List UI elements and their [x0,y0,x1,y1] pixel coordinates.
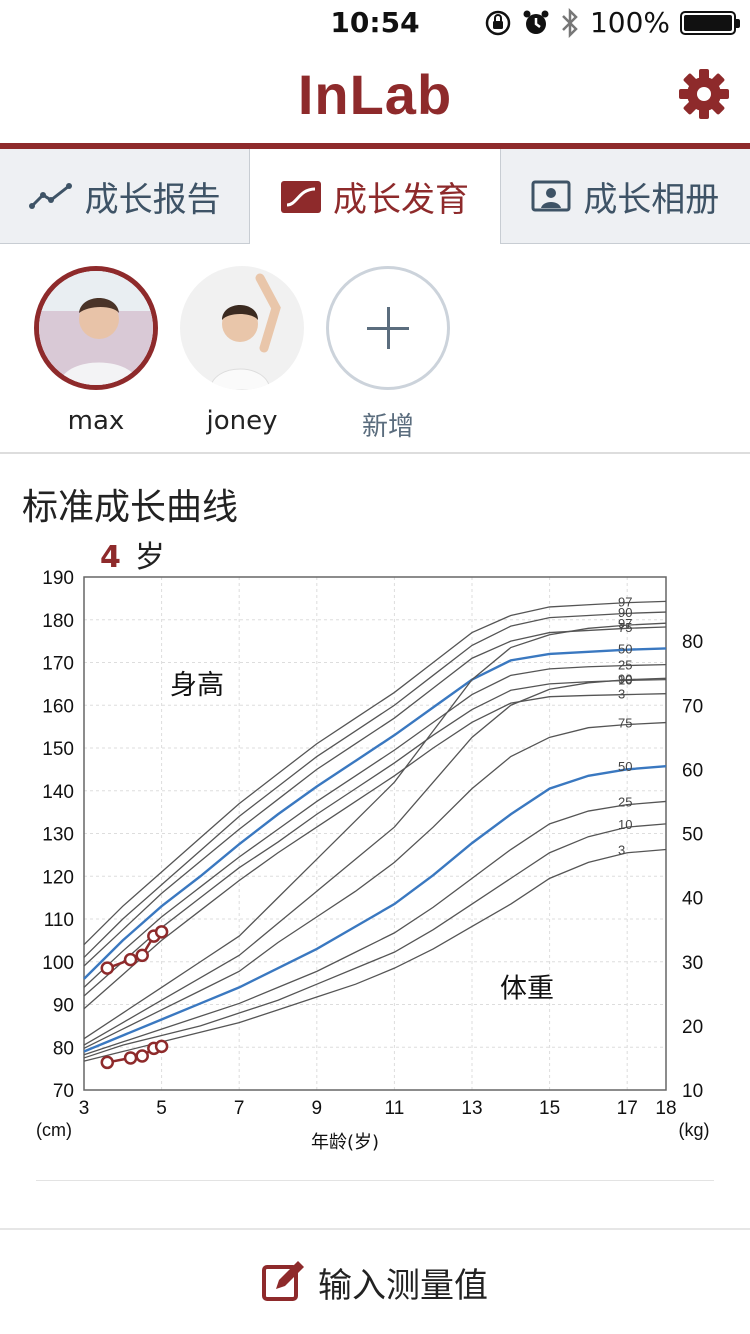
x-tick-label: 17 [617,1098,638,1119]
trend-line-icon [28,183,72,209]
weight-measurement-point [135,1049,149,1063]
weight-percentile-label: 25 [618,794,632,809]
orientation-lock-icon [485,10,511,35]
x-tick-label: 7 [234,1098,245,1119]
status-icons: 100% [484,6,740,39]
section-title: 标准成长曲线 [22,487,239,528]
app-header: InLab [0,46,750,146]
x-tick-label: 18 [655,1098,676,1119]
y-tick-label-left: 180 [42,611,74,632]
child-selector: max joney 新增 [0,244,750,454]
x-axis-label: 年龄(岁) [311,1132,379,1153]
x-tick-label: 9 [312,1098,323,1119]
y-tick-label-right: 20 [682,1017,703,1038]
x-tick-label: 5 [156,1098,167,1119]
growth-chart: 70 80 90 100 110 120 130 140 150 160 170 180 190 3 5 7 9… [36,568,710,1153]
add-child-label: 新增 [361,412,414,442]
y-tick-label-left: 150 [42,739,74,760]
y-tick-label-left: 80 [53,1038,74,1059]
weight-percentile-label: 75 [618,716,632,731]
x-tick-label: 15 [539,1098,560,1119]
y-tick-label-left: 100 [42,953,74,974]
child-photo [39,271,153,385]
tab-growth-album[interactable]: 成长相册 [499,149,750,244]
child-max[interactable]: max [34,266,158,436]
input-measurement-label: 输入测量值 [318,1265,488,1306]
weight-curve-p3 [83,848,667,1062]
divider [36,1180,714,1181]
battery-icon [680,10,740,35]
height-curve-p25 [83,663,667,988]
weight-label: 体重 [500,973,554,1004]
y-tick-label-right: 30 [682,953,703,974]
input-measurement-button[interactable]: 输入测量值 [0,1228,750,1334]
y-tick-label-right: 50 [682,825,703,846]
height-percentile-label: 3 [618,687,625,702]
growth-curve-icon [280,180,321,213]
weight-measurement-point [100,1055,115,1070]
tab-growth-report-label: 成长报告 [84,179,221,220]
child-name: joney [206,406,278,436]
tab-growth-development[interactable]: 成长发育 [250,149,500,244]
status-bar: 10:54 100% [0,0,750,46]
alarm-icon [523,10,549,34]
height-measurement-point [135,948,149,963]
weight-curve-p10 [83,823,667,1059]
bluetooth-icon [562,7,578,38]
height-measurement-point [154,925,169,939]
child-joney[interactable]: joney [180,266,304,436]
y-tick-label-left: 70 [53,1081,74,1102]
height-label: 身高 [170,670,224,701]
avatar [34,266,158,390]
left-axis-unit: (cm) [36,1120,72,1140]
weight-measurement-point [123,1051,138,1065]
y-tick-label-right: 80 [682,632,703,653]
weight-percentile-label: 3 [618,843,625,858]
weight-percentile-label: 50 [618,759,632,774]
weight-percentile-label: 97 [618,616,632,631]
edit-icon [262,1261,304,1301]
plus-icon [326,266,450,390]
y-tick-label-right: 60 [682,760,703,781]
y-tick-label-left: 140 [42,782,74,803]
y-tick-label-right: 10 [682,1081,703,1102]
height-measurement-point [100,961,115,975]
child-photo [180,266,304,390]
x-tick-label: 13 [461,1098,482,1119]
weight-curve-p90 [83,677,667,1046]
x-tick-label: 11 [385,1098,405,1119]
tab-bar: 成长报告 成长发育 成长相册 [0,149,750,244]
height-curve-p90 [83,611,667,958]
gear-icon[interactable] [678,68,730,120]
tab-growth-development-label: 成长发育 [332,180,469,220]
y-tick-label-right: 70 [682,696,703,717]
y-tick-label-left: 110 [44,910,74,931]
avatar [180,266,304,390]
right-axis-unit: (kg) [679,1120,710,1140]
y-tick-label-right: 40 [682,889,703,910]
height-percentile-label: 50 [618,641,632,656]
tab-growth-report[interactable]: 成长报告 [0,149,251,244]
y-tick-label-left: 160 [42,696,74,717]
tab-growth-album-label: 成长相册 [583,179,720,220]
app-logo: InLab [297,63,453,126]
y-tick-label-left: 90 [53,996,74,1017]
y-tick-label-left: 190 [42,568,74,589]
child-name: max [67,406,125,436]
y-tick-label-left: 130 [42,825,74,846]
weight-measurement-point [154,1039,169,1054]
y-tick-label-left: 170 [42,654,74,675]
photo-album-icon [531,180,571,212]
height-curve-p10 [83,678,667,997]
y-tick-label-left: 120 [42,867,74,888]
add-child-button[interactable]: 新增 [326,266,450,443]
weight-percentile-label: 90 [618,671,632,686]
weight-percentile-label: 10 [618,817,632,832]
height-measurement-point [123,952,138,967]
x-tick-label: 3 [79,1098,90,1119]
battery-percent: 100% [589,6,670,39]
